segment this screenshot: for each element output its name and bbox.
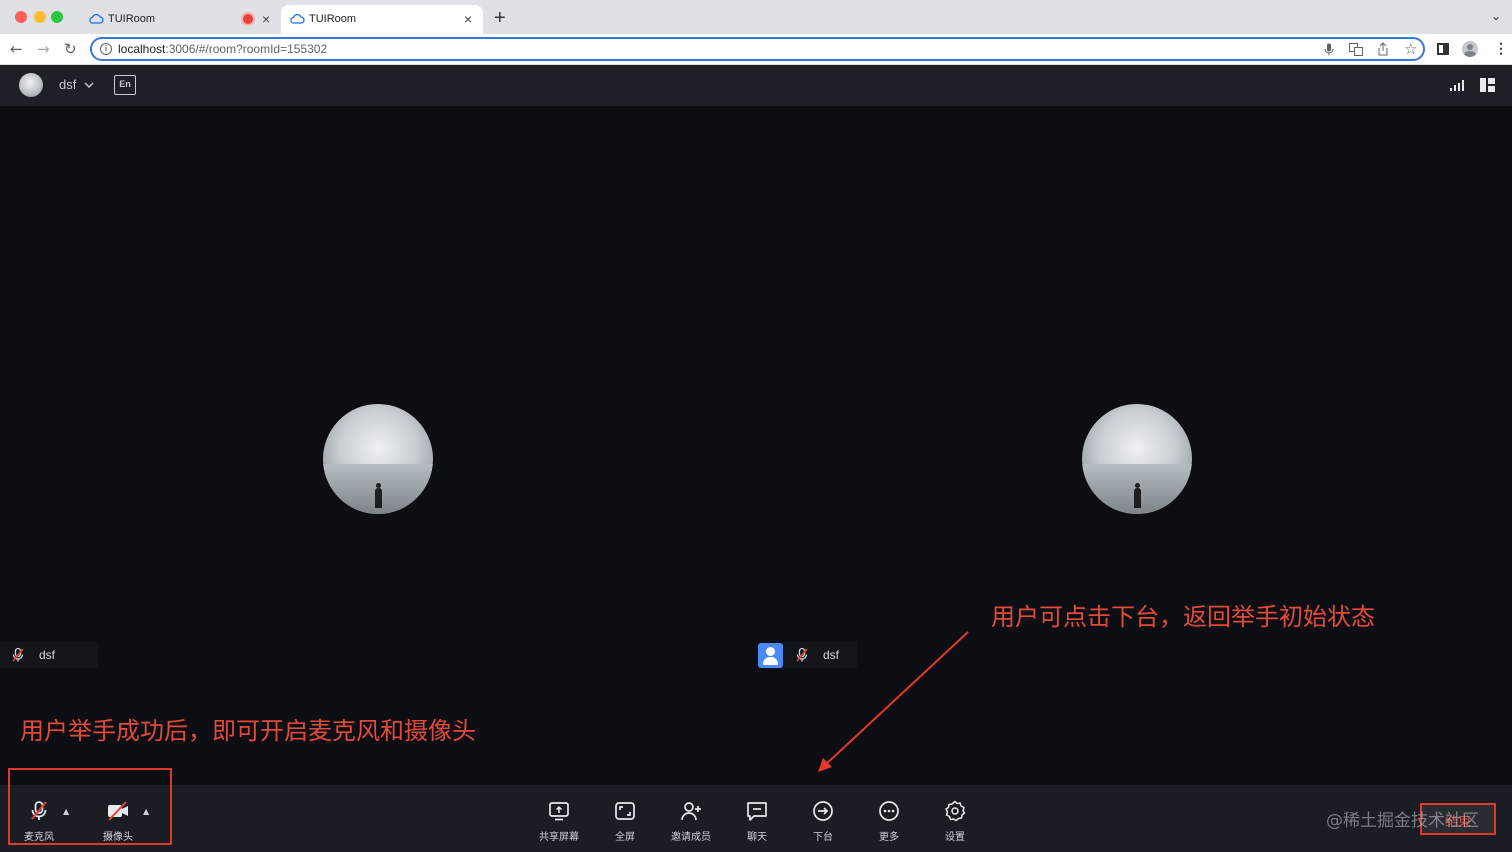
settings-label: 设置 xyxy=(945,832,965,843)
chat-label: 聊天 xyxy=(747,832,767,843)
share-icon[interactable] xyxy=(1377,42,1389,60)
cloud-icon xyxy=(290,13,305,24)
translate-icon[interactable] xyxy=(1349,43,1363,60)
chat-icon xyxy=(747,802,767,821)
browser-tab-2[interactable]: TUIRoom × xyxy=(281,5,483,34)
participant-name: dsf xyxy=(39,648,56,662)
microphone-muted-icon xyxy=(12,647,24,662)
browser-tab-strip: TUIRoom × TUIRoom × + ⌄ xyxy=(0,0,1512,34)
bookmark-star-icon[interactable]: ☆ xyxy=(1404,40,1417,58)
add-user-icon xyxy=(681,802,701,821)
network-signal-icon xyxy=(1450,80,1464,91)
chat-button[interactable]: 聊天 xyxy=(727,785,787,852)
cloud-icon xyxy=(89,13,104,24)
forward-icon[interactable]: → xyxy=(37,40,50,58)
browser-toolbar: ← → ↻ i localhost:3006/#/room?roomId=155… xyxy=(0,34,1512,65)
microphone-icon[interactable] xyxy=(1324,43,1334,60)
highlight-box-mic-camera xyxy=(8,768,172,845)
more-label: 更多 xyxy=(879,832,899,843)
annotation-arrow xyxy=(818,631,969,772)
close-tab-icon[interactable]: × xyxy=(464,11,472,27)
share-screen-button[interactable]: 共享屏幕 xyxy=(529,785,589,852)
more-button[interactable]: 更多 xyxy=(859,785,919,852)
avatar[interactable] xyxy=(19,73,43,97)
tab-search-icon[interactable]: ⌄ xyxy=(1491,9,1501,23)
annotation-leave-stage: 用户可点击下台，返回举手初始状态 xyxy=(991,603,1375,631)
close-window-button[interactable] xyxy=(15,11,27,23)
chevron-down-icon[interactable] xyxy=(84,81,94,89)
user-badge-icon xyxy=(758,643,783,668)
recording-icon xyxy=(243,14,253,24)
participant-avatar-left xyxy=(323,404,433,514)
microphone-muted-icon xyxy=(796,647,808,662)
fullscreen-button[interactable]: 全屏 xyxy=(595,785,655,852)
annotation-raise-hand: 用户举手成功后，即可开启麦克风和摄像头 xyxy=(20,717,476,745)
browser-menu-icon[interactable]: ⋮ xyxy=(1494,40,1508,57)
fullscreen-label: 全屏 xyxy=(615,832,635,843)
back-icon[interactable]: ← xyxy=(10,40,23,58)
watermark: @稀土掘金技术社区 xyxy=(1326,811,1479,831)
maximize-window-button[interactable] xyxy=(51,11,63,23)
video-stage: dsf dsf xyxy=(0,106,1512,785)
participant-name-tag-left: dsf xyxy=(0,642,98,668)
address-bar[interactable]: i localhost:3006/#/room?roomId=155302 ☆ xyxy=(90,37,1425,61)
language-switch-icon[interactable]: En xyxy=(114,75,136,95)
gear-icon xyxy=(945,800,966,822)
layout-icon[interactable] xyxy=(1480,78,1495,92)
share-screen-label: 共享屏幕 xyxy=(539,832,579,843)
leave-stage-label: 下台 xyxy=(813,832,833,843)
user-name[interactable]: dsf xyxy=(59,77,76,92)
side-panel-icon[interactable] xyxy=(1437,43,1449,55)
leave-stage-icon xyxy=(813,801,833,821)
reload-icon[interactable]: ↻ xyxy=(64,40,77,58)
minimize-window-button[interactable] xyxy=(34,11,46,23)
leave-stage-button[interactable]: 下台 xyxy=(793,785,853,852)
new-tab-button[interactable]: + xyxy=(494,7,506,30)
close-tab-icon[interactable]: × xyxy=(262,11,270,27)
address-url: localhost:3006/#/room?roomId=155302 xyxy=(118,42,328,56)
room-toolbar: 麦克风 ▲ 摄像头 ▲ 共享屏幕 全屏 邀请成员 聊天 下台 更多 设置 结束 xyxy=(0,785,1512,852)
tab-title: TUIRoom xyxy=(309,13,357,25)
settings-button[interactable]: 设置 xyxy=(925,785,985,852)
more-icon xyxy=(879,801,899,821)
participant-avatar-right xyxy=(1082,404,1192,514)
screen-share-icon xyxy=(549,802,569,821)
profile-icon[interactable] xyxy=(1462,41,1478,57)
fullscreen-icon xyxy=(615,802,635,820)
browser-tab-1[interactable]: TUIRoom × xyxy=(80,5,278,34)
invite-members-button[interactable]: 邀请成员 xyxy=(661,785,721,852)
room-header: dsf En xyxy=(0,65,1512,106)
tab-title: TUIRoom xyxy=(108,13,156,25)
site-info-icon[interactable]: i xyxy=(100,43,112,55)
invite-members-label: 邀请成员 xyxy=(671,832,711,843)
